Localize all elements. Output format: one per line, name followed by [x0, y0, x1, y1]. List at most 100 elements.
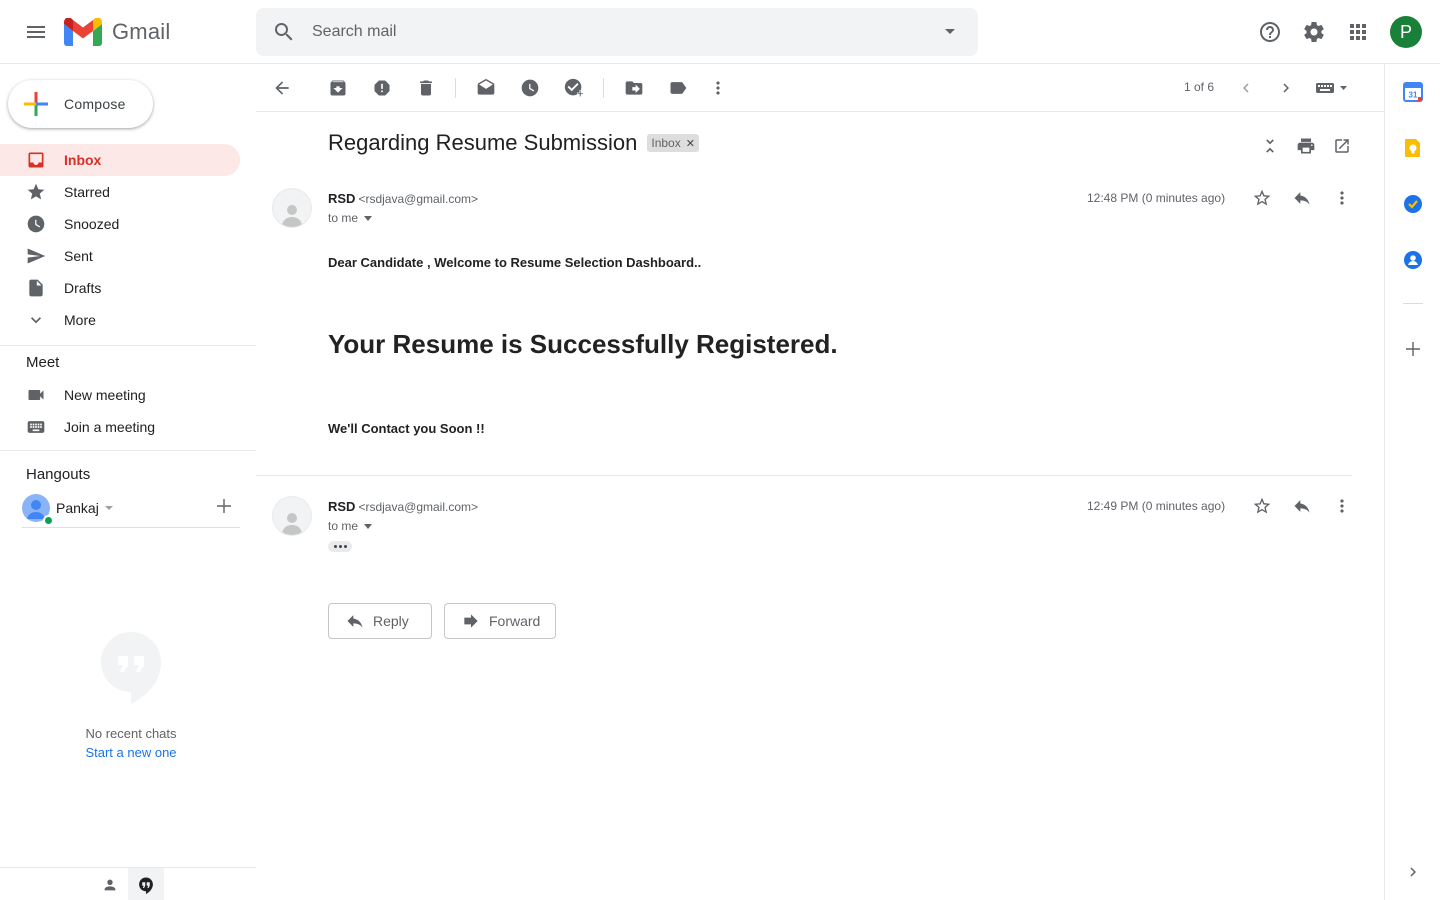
more-actions-button[interactable]	[706, 76, 730, 100]
back-button[interactable]	[270, 76, 294, 100]
toolbar-separator	[455, 78, 456, 98]
recipient-details[interactable]: to me	[328, 519, 373, 533]
top-header: Gmail P	[0, 0, 1440, 64]
main-menu-button[interactable]	[16, 12, 56, 52]
sidebar-item-label: Join a meeting	[64, 419, 156, 435]
reply-icon	[1294, 500, 1310, 513]
show-details-icon	[364, 215, 373, 221]
sidebar-item-label: More	[64, 312, 96, 328]
default-avatar-icon	[282, 513, 302, 535]
sidebar-item-new-meeting[interactable]: New meeting	[0, 379, 240, 411]
sidebar-item-label: Starred	[64, 184, 110, 200]
forward-label: Forward	[489, 613, 541, 629]
open-new-window-button[interactable]	[1330, 134, 1354, 158]
star-button[interactable]	[1250, 494, 1274, 518]
trash-icon	[420, 80, 432, 96]
message-time: 12:48 PM (0 minutes ago)	[1087, 191, 1226, 205]
star-outline-icon	[1253, 189, 1271, 206]
message-divider	[256, 475, 1352, 476]
sidebar-item-label: Sent	[64, 248, 93, 264]
show-trimmed-content-button[interactable]	[328, 541, 352, 552]
chat-bubble-icon	[101, 632, 161, 704]
contacts-app-button[interactable]	[1401, 248, 1425, 272]
video-icon	[26, 385, 46, 405]
status-caret-icon[interactable]	[104, 505, 113, 510]
move-to-button[interactable]	[622, 76, 646, 100]
search-options-button[interactable]	[938, 20, 962, 44]
get-addons-button[interactable]	[1401, 337, 1425, 361]
gmail-logo[interactable]: Gmail	[64, 16, 170, 48]
recipient-details[interactable]: to me	[328, 211, 373, 225]
reply-button[interactable]	[1290, 494, 1314, 518]
mark-unread-button[interactable]	[474, 76, 498, 100]
sidebar-item-sent[interactable]: Sent	[0, 240, 240, 272]
search-bar[interactable]	[256, 8, 978, 56]
sender-line: RSD <rsdjava@gmail.com>	[328, 499, 478, 514]
newer-button[interactable]	[1234, 76, 1258, 100]
inbox-label-chip[interactable]: Inbox ✕	[647, 134, 699, 152]
keyboard-icon	[1316, 83, 1347, 93]
hangouts-user[interactable]: Pankaj	[22, 488, 240, 528]
calendar-app-button[interactable]: 31	[1401, 80, 1425, 104]
sidebar-divider	[0, 345, 256, 346]
apps-button[interactable]	[1338, 12, 1378, 52]
sender-avatar	[272, 496, 312, 536]
mark-unread-icon	[477, 78, 495, 95]
sidebar-item-starred[interactable]: Starred	[0, 176, 240, 208]
sidebar-item-drafts[interactable]: Drafts	[0, 272, 240, 304]
person-icon	[104, 879, 116, 890]
tasks-app-button[interactable]	[1401, 192, 1425, 216]
search-icon[interactable]	[268, 16, 300, 48]
sender-email: <rsdjava@gmail.com>	[358, 500, 479, 514]
toolbar-separator	[603, 78, 604, 98]
hamburger-icon	[27, 26, 45, 38]
account-avatar[interactable]: P	[1390, 16, 1422, 48]
print-all-button[interactable]	[1294, 134, 1318, 158]
calendar-icon: 31	[1403, 82, 1423, 102]
pagination-text: 1 of 6	[1184, 80, 1215, 94]
report-spam-button[interactable]	[370, 76, 394, 100]
hangouts-tab-button[interactable]	[128, 868, 164, 900]
chevron-left-icon	[1243, 83, 1249, 93]
reply-button[interactable]	[1290, 186, 1314, 210]
sidebar-item-inbox[interactable]: Inbox	[0, 144, 240, 176]
collapse-all-button[interactable]	[1258, 134, 1282, 158]
sidebar-divider	[0, 450, 256, 451]
help-button[interactable]	[1250, 12, 1290, 52]
contacts-tab-button[interactable]	[92, 868, 128, 900]
start-new-chat-link[interactable]: Start a new one	[0, 745, 262, 760]
sidebar-item-join-meeting[interactable]: Join a meeting	[0, 411, 240, 443]
message-more-button[interactable]	[1330, 186, 1354, 210]
side-panel-rail: 31	[1384, 64, 1440, 900]
forward-action-button[interactable]: Forward	[444, 603, 556, 639]
plus-icon	[217, 499, 231, 513]
meet-section-title: Meet	[26, 354, 60, 371]
archive-button[interactable]	[326, 76, 350, 100]
compose-button[interactable]: Compose	[8, 80, 153, 128]
star-button[interactable]	[1250, 186, 1274, 210]
snooze-button[interactable]	[518, 76, 542, 100]
sender-name[interactable]: RSD	[328, 499, 355, 514]
sidebar-item-more[interactable]: More	[0, 304, 240, 336]
keep-app-button[interactable]	[1401, 136, 1425, 160]
settings-button[interactable]	[1294, 12, 1334, 52]
add-to-tasks-button[interactable]	[562, 76, 586, 100]
delete-button[interactable]	[414, 76, 438, 100]
sidebar-item-snoozed[interactable]: Snoozed	[0, 208, 240, 240]
sender-avatar	[272, 188, 312, 228]
sidebar-nav: Inbox Starred Snoozed Sent Drafts More M…	[0, 144, 256, 487]
hangouts-section-title: Hangouts	[26, 466, 91, 483]
gmail-m-icon	[64, 18, 102, 46]
search-input[interactable]	[312, 8, 912, 56]
sender-name[interactable]: RSD	[328, 191, 355, 206]
message-item: RSD <rsdjava@gmail.com> to me 12:49 PM (0…	[256, 492, 1356, 562]
labels-button[interactable]	[666, 76, 690, 100]
reply-action-button[interactable]: Reply	[328, 603, 432, 639]
new-chat-button[interactable]	[214, 496, 234, 516]
remove-label-icon[interactable]: ✕	[686, 137, 695, 150]
older-button[interactable]	[1274, 76, 1298, 100]
report-spam-icon	[374, 80, 390, 96]
message-more-button[interactable]	[1330, 494, 1354, 518]
input-tools-button[interactable]	[1312, 76, 1352, 100]
hide-side-panel-button[interactable]	[1401, 860, 1425, 884]
